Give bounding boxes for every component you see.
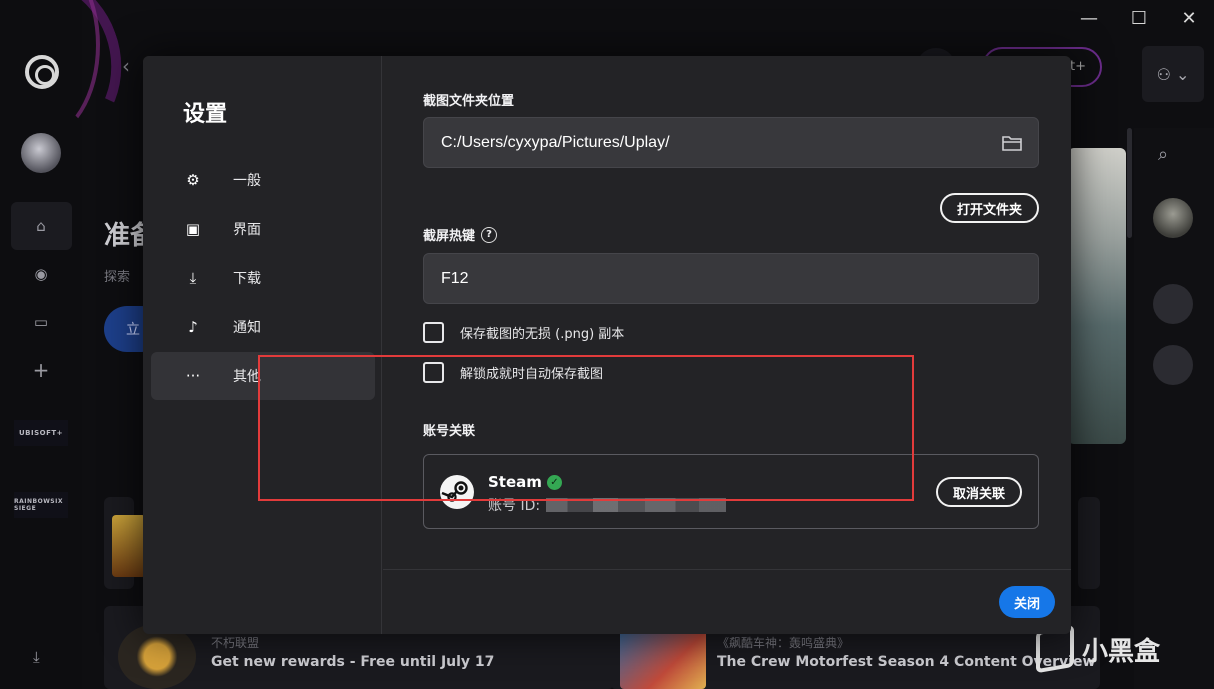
nav-item-download[interactable]: ⤓ 下载 — [151, 254, 375, 302]
news-category: 《飙酷车神：轰鸣盛典》 — [717, 636, 850, 650]
annotation-highlight-box — [258, 355, 914, 501]
screenshot-folder-value: C:/Users/cyxypa/Pictures/Uplay/ — [441, 133, 670, 151]
hero-cta-label: 立 — [126, 322, 140, 338]
gamepad-icon[interactable]: ◉ — [32, 265, 50, 283]
search-icon[interactable]: ⌕ — [1158, 144, 1168, 165]
help-icon[interactable]: ? — [481, 226, 498, 243]
settings-sidebar: 设置 ⚙ 一般 ▣ 界面 ⤓ 下载 ♪ 通知 ··· 其他 — [143, 56, 382, 634]
downloads-icon[interactable]: ⤓ — [33, 648, 40, 666]
news-category: 不朽联盟 — [211, 636, 260, 650]
ubisoft-logo-icon[interactable] — [25, 55, 59, 89]
maximize-button[interactable]: ☐ — [1114, 0, 1164, 36]
folder-icon[interactable] — [1002, 135, 1022, 151]
settings-title: 设置 — [183, 102, 228, 127]
user-avatar[interactable] — [21, 133, 61, 173]
friends-menu-button[interactable]: ⚇ ⌄ — [1142, 46, 1204, 102]
watermark-text: 小黑盒 — [1082, 636, 1161, 667]
friend-avatar[interactable] — [1153, 284, 1193, 324]
hotkey-label-text: 截屏热键 — [423, 229, 476, 244]
gear-icon: ⚙ — [186, 171, 200, 189]
news-title[interactable]: Get new rewards - Free until July 17 — [211, 654, 494, 670]
download-icon: ⤓ — [189, 269, 197, 287]
scrollbar[interactable] — [1127, 128, 1132, 238]
rainbow-six-tile[interactable]: RAINBOWSIX SIEGE — [14, 492, 68, 518]
add-icon[interactable]: + — [32, 360, 50, 380]
back-arrow-icon[interactable]: ‹ — [122, 54, 130, 78]
ubisoft-plus-tile[interactable]: UBISOFT+ — [14, 420, 68, 446]
news-thumbnail — [620, 630, 706, 689]
friend-avatar[interactable] — [1153, 345, 1193, 385]
friends-icon: ⚇ ⌄ — [1156, 64, 1190, 84]
nav-item-interface[interactable]: ▣ 界面 — [151, 205, 375, 253]
nav-label: 下载 — [233, 271, 261, 287]
left-rail: ⌂ ◉ ▭ + UBISOFT+ RAINBOWSIX SIEGE ⤓ — [0, 0, 146, 689]
nav-label: 一般 — [233, 173, 261, 189]
hotkey-value: F12 — [441, 269, 469, 287]
lossless-png-checkbox[interactable] — [423, 322, 444, 343]
settings-modal: 设置 ⚙ 一般 ▣ 界面 ⤓ 下载 ♪ 通知 ··· 其他 截图文件夹位置 C:… — [143, 56, 1071, 634]
screenshot-folder-input[interactable]: C:/Users/cyxypa/Pictures/Uplay/ — [423, 117, 1039, 168]
ubisoft-plus-label: t+ — [1070, 59, 1086, 74]
nav-label: 其他 — [233, 369, 261, 385]
nav-item-notifications[interactable]: ♪ 通知 — [151, 303, 375, 351]
home-icon[interactable]: ⌂ — [32, 217, 50, 235]
minimize-button[interactable]: — — [1064, 0, 1114, 36]
friend-avatar[interactable] — [1153, 198, 1193, 238]
bell-icon: ♪ — [188, 318, 198, 336]
screenshot-folder-label: 截图文件夹位置 — [423, 94, 515, 109]
hero-subtitle: 探索 — [104, 270, 131, 285]
monitor-icon: ▣ — [185, 220, 201, 238]
close-window-button[interactable]: ✕ — [1164, 0, 1214, 36]
nav-label: 通知 — [233, 320, 261, 336]
checkbox-label: 保存截图的无损 (.png) 副本 — [460, 327, 625, 342]
cart-icon[interactable]: ▭ — [32, 313, 50, 331]
window-controls: — ☐ ✕ — [1064, 0, 1214, 36]
game-card[interactable] — [1078, 497, 1100, 589]
nav-label: 界面 — [233, 222, 261, 238]
more-icon: ··· — [185, 367, 201, 385]
unlink-account-button[interactable]: 取消关联 — [936, 477, 1022, 507]
footer-divider — [383, 569, 1071, 570]
featured-image — [1068, 148, 1126, 444]
close-settings-button[interactable]: 关闭 — [999, 586, 1055, 618]
nav-item-general[interactable]: ⚙ 一般 — [151, 156, 375, 204]
open-folder-button[interactable]: 打开文件夹 — [940, 193, 1039, 223]
lossless-png-checkbox-row[interactable]: 保存截图的无损 (.png) 副本 — [423, 322, 624, 343]
hotkey-label: 截屏热键 ? — [423, 225, 498, 244]
hotkey-input[interactable]: F12 — [423, 253, 1039, 304]
settings-content: 截图文件夹位置 C:/Users/cyxypa/Pictures/Uplay/ … — [383, 56, 1071, 634]
game-thumbnail — [112, 515, 146, 577]
